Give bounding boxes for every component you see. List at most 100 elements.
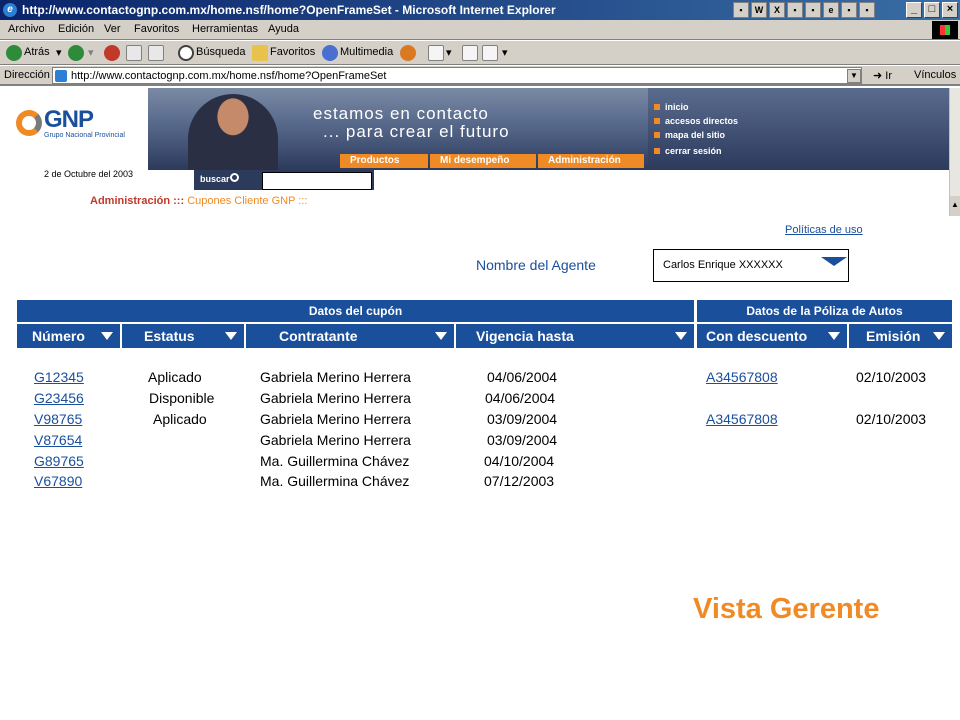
sort-arrow-icon[interactable] — [675, 332, 687, 340]
table-row: G89765 Ma. Guillermina Chávez 04/10/2004 — [0, 453, 960, 473]
binoculars-man-image — [188, 94, 278, 170]
search-label: buscar — [200, 174, 230, 184]
coupon-status: Aplicado — [148, 369, 202, 385]
forward-dropdown-icon[interactable]: ▾ — [88, 46, 94, 59]
coupon-number-link[interactable]: G23456 — [34, 390, 84, 406]
nav-tab-administracion[interactable]: Administración — [538, 154, 644, 168]
history-icon[interactable] — [400, 45, 416, 61]
coupon-number-link[interactable]: V87654 — [34, 432, 82, 448]
link-accesos-directos[interactable]: accesos directos — [654, 116, 738, 126]
site-search-input[interactable] — [262, 172, 372, 190]
gnp-logo[interactable]: GNP Grupo Nacional Provincial — [0, 88, 148, 158]
link-mapa-del-sitio[interactable]: mapa del sitio — [654, 130, 725, 140]
back-dropdown-icon[interactable]: ▾ — [56, 46, 62, 59]
media-icon[interactable] — [322, 45, 338, 61]
col-header-estatus[interactable]: Estatus — [122, 324, 244, 348]
col-header-label: Estatus — [144, 328, 195, 344]
standard-toolbar: Atrás ▾ ▾ Búsqueda Favoritos Multimedia … — [0, 41, 960, 65]
word-icon[interactable]: W — [751, 2, 767, 18]
sort-arrow-icon[interactable] — [225, 332, 237, 340]
maximize-button[interactable]: □ — [924, 2, 940, 18]
back-arrow-icon[interactable] — [6, 45, 22, 61]
sort-arrow-icon[interactable] — [828, 332, 840, 340]
valid-until: 04/10/2004 — [484, 453, 555, 469]
scroll-up-icon[interactable]: ▲ — [950, 196, 960, 216]
coupon-number-link[interactable]: G89765 — [34, 453, 84, 469]
breadcrumb-section[interactable]: Administración ::: — [90, 195, 184, 207]
favorites-icon[interactable] — [252, 45, 268, 61]
policy-number-link[interactable]: A34567808 — [706, 411, 778, 427]
ie-icon[interactable]: e — [823, 2, 839, 18]
search-button[interactable]: Búsqueda — [196, 46, 246, 58]
search-tool-icon[interactable]: ▪ — [841, 2, 857, 18]
contractor-name: Gabriela Merino Herrera — [260, 390, 411, 406]
edit-icon[interactable] — [482, 45, 498, 61]
minimize-button[interactable]: _ — [906, 2, 922, 18]
forward-arrow-icon[interactable] — [68, 45, 84, 61]
terminal-icon[interactable]: ▪ — [859, 2, 875, 18]
search-icon[interactable] — [178, 45, 194, 61]
menu-ver[interactable]: Ver — [104, 23, 121, 35]
mail-dropdown-icon[interactable]: ▾ — [446, 46, 452, 59]
address-dropdown-icon[interactable]: ▼ — [847, 69, 861, 83]
col-header-vigencia[interactable]: Vigencia hasta — [456, 324, 694, 348]
col-header-con-descuento[interactable]: Con descuento — [697, 324, 847, 348]
links-button[interactable]: Vínculos — [914, 69, 956, 81]
col-header-emision[interactable]: Emisión — [849, 324, 952, 348]
link-cerrar-sesion[interactable]: cerrar sesión — [654, 146, 722, 156]
address-input[interactable] — [52, 67, 862, 84]
contractor-name: Gabriela Merino Herrera — [260, 411, 411, 427]
col-header-label: Con descuento — [706, 328, 808, 344]
policy-number-link[interactable]: A34567808 — [706, 369, 778, 385]
menu-archivo[interactable]: Archivo — [8, 23, 45, 35]
print-icon[interactable] — [462, 45, 478, 61]
nav-tab-mi-desempeno[interactable]: Mi desempeño — [430, 154, 536, 168]
coupon-number-link[interactable]: V98765 — [34, 411, 82, 427]
breadcrumb-page[interactable]: Cupones Cliente GNP ::: — [187, 195, 307, 207]
view-caption: Vista Gerente — [693, 593, 880, 625]
home-icon[interactable] — [148, 45, 164, 61]
go-label: Ir — [885, 70, 893, 82]
excel-icon[interactable]: X — [769, 2, 785, 18]
col-header-contratante[interactable]: Contratante — [246, 324, 454, 348]
link-inicio[interactable]: inicio — [654, 102, 689, 112]
col-header-label: Emisión — [866, 328, 921, 344]
media-button[interactable]: Multimedia — [340, 46, 393, 58]
back-button[interactable]: Atrás — [24, 46, 50, 58]
slogan-line-1: estamos en contacto — [313, 104, 489, 123]
sort-arrow-icon[interactable] — [435, 332, 447, 340]
edit-dropdown-icon[interactable]: ▾ — [502, 46, 508, 59]
usage-policy-link[interactable]: Políticas de uso — [785, 224, 863, 236]
menu-edicion[interactable]: Edición — [58, 23, 94, 35]
coupon-number-link[interactable]: G12345 — [34, 369, 84, 385]
col-header-numero[interactable]: Número — [17, 324, 120, 348]
sort-arrow-icon[interactable] — [101, 332, 113, 340]
col-header-label: Vigencia hasta — [476, 328, 574, 344]
valid-until: 04/06/2004 — [485, 390, 556, 406]
agent-select[interactable]: Carlos Enrique XXXXXX — [653, 249, 849, 282]
menu-ayuda[interactable]: Ayuda — [268, 23, 299, 35]
stop-icon[interactable] — [104, 45, 120, 61]
current-date: 2 de Octubre del 2003 — [44, 169, 134, 179]
header-banner: estamos en contacto ... para crear el fu… — [148, 88, 648, 170]
menu-herramientas[interactable]: Herramientas — [192, 23, 258, 35]
table-row: V67890 Ma. Guillermina Chávez 07/12/2003 — [0, 473, 960, 493]
app-icon[interactable]: ▪ — [733, 2, 749, 18]
go-button[interactable]: ➜ Ir — [873, 69, 892, 82]
chevron-down-icon[interactable] — [821, 257, 847, 266]
magnifier-icon[interactable] — [230, 173, 239, 182]
sort-arrow-icon[interactable] — [933, 332, 945, 340]
internet-explorer-icon: e — [3, 3, 17, 17]
paint-icon[interactable]: ▪ — [787, 2, 803, 18]
mail-icon[interactable] — [428, 45, 444, 61]
outlook-icon[interactable]: ▪ — [805, 2, 821, 18]
coupon-number-link[interactable]: V67890 — [34, 473, 82, 489]
address-label: Dirección — [4, 69, 50, 81]
close-button[interactable]: × — [942, 2, 958, 18]
favorites-button[interactable]: Favoritos — [270, 46, 315, 58]
taskbar-icons: ▪ W X ▪ ▪ e ▪ ▪ — [733, 2, 875, 18]
valid-until: 07/12/2003 — [484, 473, 555, 489]
menu-favoritos[interactable]: Favoritos — [134, 23, 179, 35]
nav-tab-productos[interactable]: Productos — [340, 154, 428, 168]
refresh-icon[interactable] — [126, 45, 142, 61]
